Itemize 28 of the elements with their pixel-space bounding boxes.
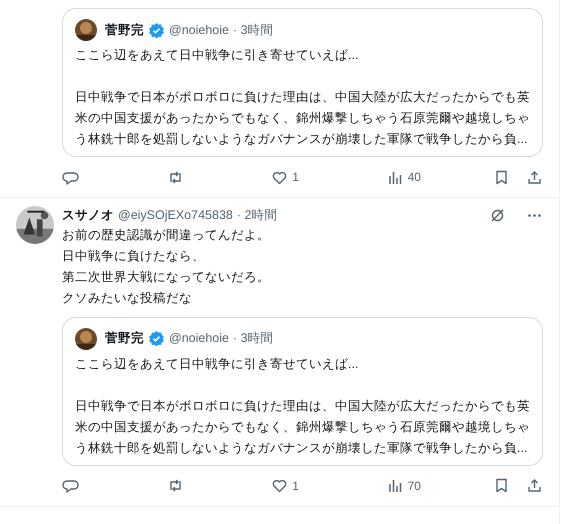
heart-icon [271, 477, 288, 494]
views-button[interactable]: 40 [386, 168, 421, 186]
views-button[interactable]: 70 [386, 476, 421, 495]
post-text: 日中戦争に負けたなら、 [62, 248, 206, 265]
author-name: 菅野完 [105, 330, 144, 348]
author-name: 菅野完 [105, 22, 144, 39]
post-text: ここら辺をあえて日中戦争に引き寄せていえば... [75, 356, 360, 373]
quoted-post-card[interactable]: 菅野完 @noiehoie · 3時間 ここら辺をあえて日中戦争に引き寄せていえば... 日中戦争で日本がボロボロに負けた理由は、中国大陸が広大だったからでも英米の中国支援があったからでもなく、錦州爆撃しちゃう石原莞爾や越境しちゃう林銑十郎を処罰しないようなガバナンスが崩壊した軍隊で戦争したから負... [62, 316, 543, 466]
share-button[interactable] [526, 477, 543, 494]
post-text: クソみたいな投稿だな [62, 290, 193, 307]
post-text: ここら辺をあえて日中戦争に引き寄せていえば... [75, 47, 360, 64]
post-text: 日中戦争で日本がボロボロに負けた理由は、中国大陸が広大だったからでも英米の中国支援があったからでもなく、錦州爆撃しちゃう石原莞爾や越境しちゃう林銑十郎を処罰しないようなガバナンスが崩壊した軍隊で戦争したから負... [75, 398, 530, 457]
share-button[interactable] [526, 168, 543, 186]
post-time: · 3時間 [232, 330, 274, 348]
author-handle: @eiySOjEXo745838 [118, 207, 233, 224]
post-time: · 3時間 [232, 22, 274, 39]
quoted-post-card[interactable]: 菅野完 @noiehoie · 3時間 ここら辺をあえて日中戦争に引き寄せていえば... 日中戦争で日本がボロボロに負けた理由は、中国大陸が広大だったからでも英米の中国支援があったからでもなく、錦州爆撃しちゃう石原莞爾や越境しちゃう林銑十郎を処罰しないようなガバナンスが崩壊した軍隊で戦争したから負... [62, 8, 543, 157]
post-time: · 2時間 [236, 207, 278, 224]
like-button[interactable]: 1 [271, 476, 299, 495]
bar-chart-icon [386, 477, 404, 494]
post-text: 日中戦争で日本がボロボロに負けた理由は、中国大陸が広大だったからでも英米の中国支援があったからでもなく、錦州爆撃しちゃう石原莞爾や越境しちゃう林銑十郎を処罰しないようなガバナンスが崩壊した軍隊で戦争したから負... [75, 89, 530, 148]
author-handle: @noiehoie [169, 22, 229, 39]
grok-icon[interactable] [489, 206, 506, 224]
author-handle: @noiehoie [169, 330, 229, 348]
post-text: 第二次世界大戦になってないだろ。 [62, 268, 271, 286]
author-name: スサノオ [62, 207, 114, 224]
post-text: お前の歴史認識が間違ってんだよ。 [62, 226, 271, 244]
like-button[interactable]: 1 [271, 168, 299, 186]
